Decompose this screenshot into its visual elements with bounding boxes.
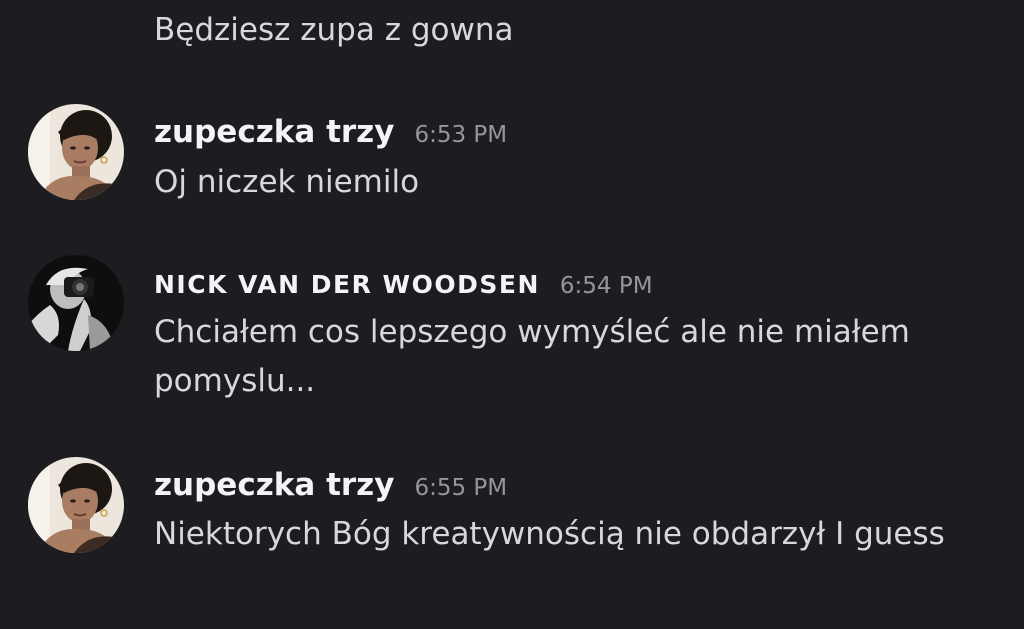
message-header: zupeczka trzy 6:55 PM: [154, 465, 507, 505]
username[interactable]: zupeczka trzy: [154, 465, 394, 505]
message-header: zupeczka trzy 6:53 PM: [154, 112, 507, 152]
username[interactable]: zupeczka trzy: [154, 112, 394, 152]
woman-portrait-avatar-image: [28, 104, 124, 200]
message-content: Niektorych Bóg kreatywnością nie obdarzy…: [154, 516, 945, 552]
timestamp: 6:53 PM: [414, 122, 508, 148]
woman-portrait-avatar-image: [28, 457, 124, 553]
message-content: Chciałem cos lepszego wymyśleć ale nie m…: [154, 314, 910, 399]
username[interactable]: NICK VAN DER WOODSEN: [154, 265, 540, 305]
message-header: NICK VAN DER WOODSEN 6:54 PM: [154, 265, 653, 305]
message-content-continuation: Będziesz zupa z gowna: [154, 12, 514, 48]
user-avatar[interactable]: [28, 104, 124, 200]
user-avatar[interactable]: [28, 457, 124, 553]
bw-camera-portrait-avatar-image: [28, 255, 124, 351]
timestamp: 6:55 PM: [414, 475, 508, 501]
message-content: Oj niczek niemilo: [154, 164, 420, 200]
user-avatar[interactable]: [28, 255, 124, 351]
timestamp: 6:54 PM: [559, 273, 653, 299]
chat-message-list: Będziesz zupa z gowna zupeczka trzy 6:53…: [0, 0, 1024, 629]
